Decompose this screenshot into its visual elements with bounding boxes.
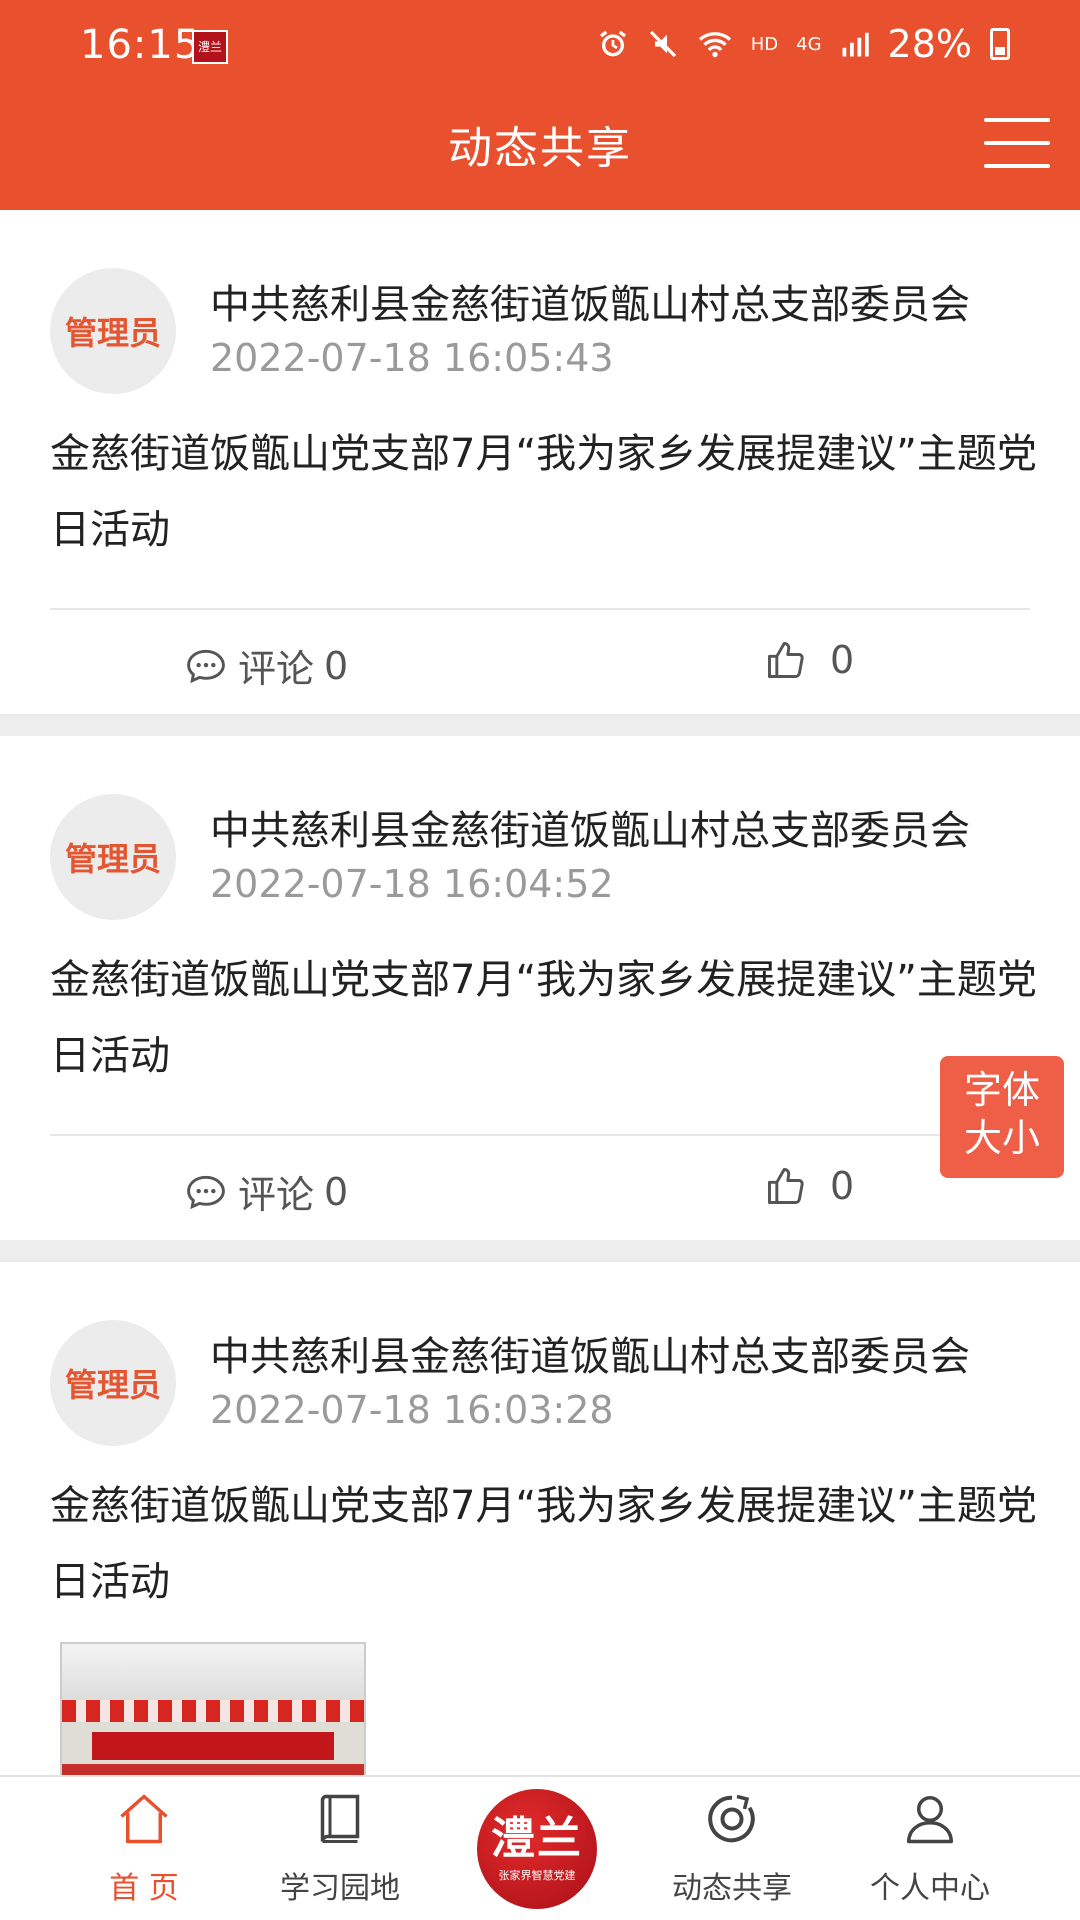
battery-percent: 28% <box>887 22 972 66</box>
signal-type-label: 4G <box>796 33 822 55</box>
menu-icon-line <box>984 141 1050 145</box>
battery-icon <box>990 28 1010 60</box>
home-icon <box>120 1794 168 1844</box>
center-logo-subtitle: 张家界智慧党建 <box>498 1869 576 1882</box>
post-time: 2022-07-18 16:05:43 <box>210 336 614 380</box>
network-hd-label: HD <box>750 33 779 55</box>
thumbs-up-icon <box>768 642 804 678</box>
comment-icon <box>187 649 225 683</box>
divider <box>50 1134 1030 1136</box>
comment-count: 0 <box>324 1169 349 1214</box>
comment-label: 评论 <box>238 647 315 691</box>
nav-share[interactable]: 动态共享 <box>652 1789 812 1907</box>
signal-icon <box>842 32 869 57</box>
status-icons: HD 4G 28% <box>597 22 1010 66</box>
font-size-button[interactable]: 字体 大小 <box>940 1056 1064 1178</box>
like-count: 0 <box>830 1164 855 1208</box>
comment-count: 0 <box>324 643 349 688</box>
user-icon <box>907 1796 953 1844</box>
post-actions: 评论 0 0 <box>0 614 1080 714</box>
status-time: 16:15 <box>80 22 201 68</box>
status-app-badge-icon: 澧兰 <box>192 30 228 64</box>
post-image[interactable] <box>60 1642 366 1775</box>
feed-list[interactable]: 管理员 中共慈利县金慈街道饭甑山村总支部委员会 2022-07-18 16:05… <box>0 210 1080 1775</box>
avatar[interactable]: 管理员 <box>50 794 176 920</box>
post-card[interactable]: 管理员 中共慈利县金慈街道饭甑山村总支部委员会 2022-07-18 16:03… <box>0 1262 1080 1775</box>
post-org-name: 中共慈利县金慈街道饭甑山村总支部委员会 <box>210 1334 970 1380</box>
post-org-name: 中共慈利县金慈街道饭甑山村总支部委员会 <box>210 808 970 854</box>
nav-profile[interactable]: 个人中心 <box>850 1789 1010 1907</box>
post-org-name: 中共慈利县金慈街道饭甑山村总支部委员会 <box>210 282 970 328</box>
wifi-icon <box>698 32 731 58</box>
post-text[interactable]: 金慈街道饭甑山党支部7月“我为家乡发展提建议”主题党日活动 <box>50 1468 1040 1620</box>
image-ceiling <box>62 1644 364 1698</box>
nav-center-logo[interactable]: 澧兰 张家界智慧党建 <box>477 1789 597 1909</box>
thumbs-up-icon <box>768 1168 804 1204</box>
avatar[interactable]: 管理员 <box>50 1320 176 1446</box>
alarm-icon <box>599 30 626 57</box>
nav-study[interactable]: 学习园地 <box>260 1789 420 1907</box>
post-text[interactable]: 金慈街道饭甑山党支部7月“我为家乡发展提建议”主题党日活动 <box>50 416 1040 568</box>
nav-home[interactable]: 首 页 <box>64 1789 224 1907</box>
post-time: 2022-07-18 16:04:52 <box>210 862 614 906</box>
book-icon <box>320 1794 360 1843</box>
menu-icon-line <box>984 164 1050 168</box>
font-size-label-line1: 字体 <box>963 1068 1040 1112</box>
comment-button[interactable]: 评论 0 <box>184 1164 348 1219</box>
comment-button[interactable]: 评论 0 <box>184 638 348 693</box>
image-wall <box>62 1764 364 1775</box>
divider <box>50 608 1030 610</box>
top-bar: 16:15 澧兰 HD 4G 28% 动态共享 <box>0 0 1080 210</box>
post-card[interactable]: 管理员 中共慈利县金慈街道饭甑山村总支部委员会 2022-07-18 16:05… <box>0 210 1080 714</box>
like-button[interactable]: 0 <box>764 1164 854 1208</box>
menu-icon-line <box>984 118 1050 122</box>
bottom-nav: 首 页 学习园地 澧兰 张家界智慧党建 动态共享 个人中心 <box>0 1775 1080 1920</box>
page-title: 动态共享 <box>448 123 632 174</box>
nav-home-label: 首 页 <box>109 1871 179 1906</box>
post-card[interactable]: 管理员 中共慈利县金慈街道饭甑山村总支部委员会 2022-07-18 16:04… <box>0 736 1080 1240</box>
center-logo-title: 澧兰 <box>491 1813 583 1864</box>
comment-label: 评论 <box>238 1173 315 1217</box>
image-flags <box>62 1700 364 1722</box>
like-count: 0 <box>830 638 855 682</box>
post-time: 2022-07-18 16:03:28 <box>210 1388 614 1432</box>
nav-share-label: 动态共享 <box>672 1871 792 1906</box>
image-banner <box>92 1732 334 1760</box>
post-actions: 评论 0 0 <box>0 1140 1080 1240</box>
comment-icon <box>187 1175 225 1209</box>
avatar[interactable]: 管理员 <box>50 268 176 394</box>
menu-button[interactable] <box>984 118 1050 168</box>
post-text[interactable]: 金慈街道饭甑山党支部7月“我为家乡发展提建议”主题党日活动 <box>50 942 1040 1094</box>
nav-profile-label: 个人中心 <box>870 1871 990 1906</box>
like-button[interactable]: 0 <box>764 638 854 682</box>
nav-study-label: 学习园地 <box>280 1871 400 1906</box>
font-size-label-line2: 大小 <box>963 1116 1040 1160</box>
share-icon <box>708 1794 755 1843</box>
mute-icon <box>649 30 676 58</box>
